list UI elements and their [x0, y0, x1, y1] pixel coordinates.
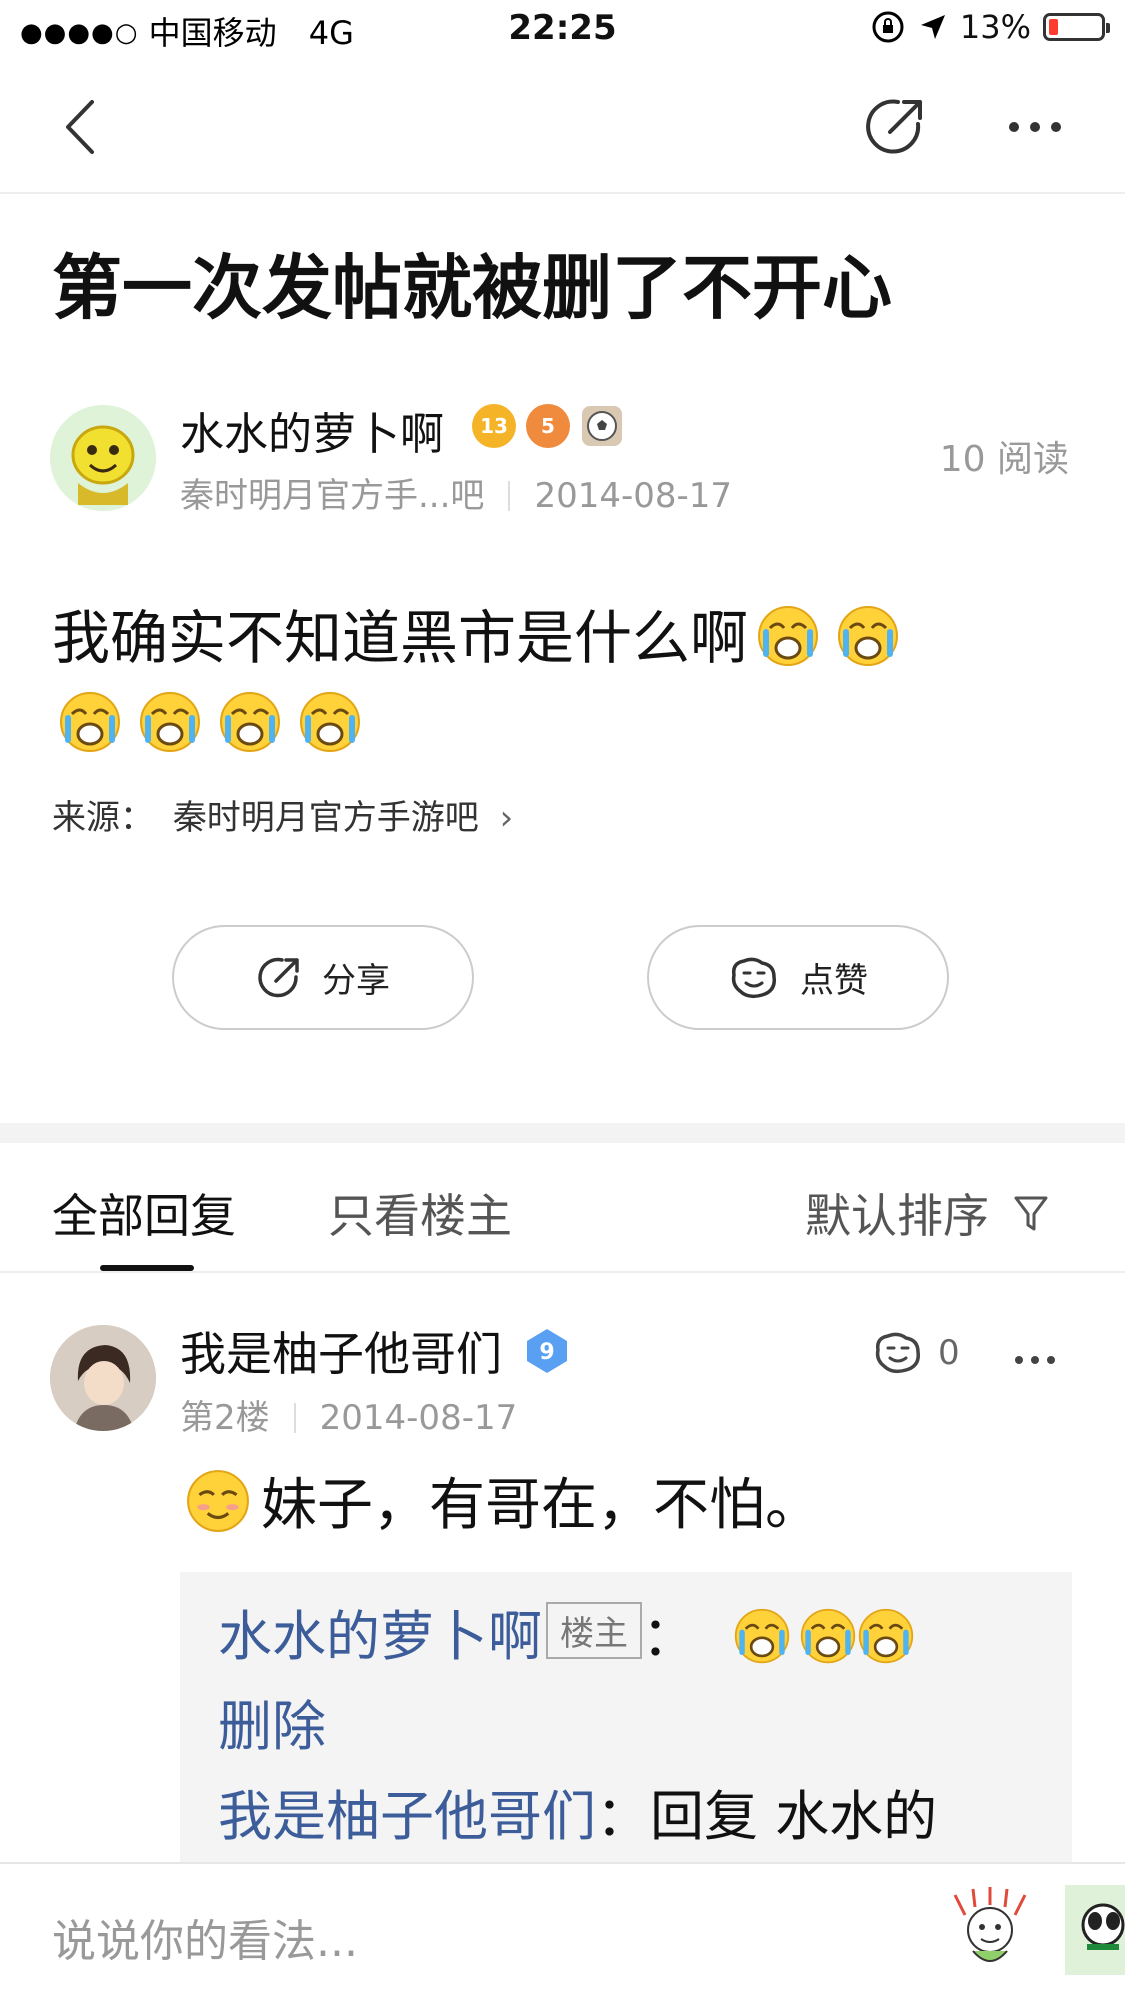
crying-emoji-icon: [758, 606, 819, 666]
source-label: 来源：: [52, 798, 154, 838]
crying-emoji-icon: [60, 692, 120, 752]
reply-text: 妹子，有哥在，不怕。: [261, 1473, 821, 1538]
game-badge: 5: [526, 404, 570, 448]
crying-emoji-icon: [800, 1608, 856, 1664]
sub-reply-1[interactable]: 水水的萝卜啊 楼主：: [218, 1592, 915, 1671]
more-icon[interactable]: [1000, 92, 1070, 162]
sticker-panel-icon[interactable]: [1065, 1885, 1125, 1975]
reply-like-button[interactable]: 0: [872, 1330, 960, 1376]
crying-emoji-icon: [858, 1608, 914, 1664]
read-count: 10 阅读: [939, 439, 1069, 480]
sub-reply-colon: ：: [596, 1785, 650, 1848]
back-icon[interactable]: [50, 92, 120, 162]
orientation-lock-icon: [872, 11, 904, 43]
level-badge: 13: [472, 404, 516, 448]
reply-content: 妹子，有哥在，不怕。: [185, 1460, 821, 1541]
share-button[interactable]: 分享: [172, 925, 474, 1030]
author-name[interactable]: 水水的萝卜啊: [180, 398, 444, 462]
post-date: 2014-08-17: [534, 476, 733, 516]
more-icon[interactable]: [1010, 1340, 1060, 1380]
delete-link[interactable]: 删除: [218, 1682, 326, 1761]
sub-reply-box: 水水的萝卜啊 楼主： 删除 我是柚子他哥们：回复 水水的: [180, 1572, 1072, 1862]
like-hand-icon: [731, 957, 776, 998]
smug-emoji-icon: [187, 1469, 249, 1532]
crying-emoji-icon: [140, 692, 200, 752]
battery-icon: [1043, 13, 1110, 41]
reply-like-count: 0: [938, 1333, 960, 1373]
post-body-text: 我确实不知道黑市是什么啊: [52, 604, 749, 672]
crying-emoji-icon: [300, 692, 360, 752]
sub-reply-author[interactable]: 我是柚子他哥们: [218, 1785, 596, 1848]
crying-emoji-icon: [734, 1608, 790, 1664]
divider: [508, 481, 511, 511]
author-avatar[interactable]: [50, 405, 156, 511]
divider: [293, 1403, 296, 1433]
battery-percent: 13%: [959, 8, 1031, 46]
reply-author-name[interactable]: 我是柚子他哥们: [180, 1318, 502, 1384]
sub-reply-author[interactable]: 水水的萝卜啊: [218, 1605, 542, 1668]
filter-icon: [1014, 1196, 1048, 1231]
reply-date: 2014-08-17: [319, 1398, 518, 1438]
reply-avatar[interactable]: [50, 1325, 156, 1431]
status-bar: ●●●●○ 中国移动 4G 22:25 13%: [0, 0, 1125, 62]
chevron-right-icon: ›: [499, 798, 514, 838]
sub-reply-text: 回复 水水的: [650, 1785, 938, 1848]
sticker-icon[interactable]: [945, 1885, 1035, 1975]
tab-all-replies[interactable]: 全部回复: [52, 1180, 236, 1246]
status-right: 13%: [870, 8, 1110, 46]
nav-bar: [0, 62, 1125, 194]
op-tag: 楼主: [546, 1602, 642, 1659]
share-icon[interactable]: [860, 92, 930, 162]
reply-meta: 第2楼 2014-08-17: [180, 1390, 517, 1439]
reply-level: 9: [539, 1340, 554, 1365]
source-forum[interactable]: 秦时明月官方手游吧: [173, 798, 479, 838]
author-badges: 13 5: [472, 404, 624, 448]
like-label: 点赞: [800, 961, 868, 1001]
reply-floor: 第2楼: [180, 1398, 270, 1438]
crying-emoji-icon: [838, 606, 899, 666]
forum-name[interactable]: 秦时明月官方手...吧: [180, 476, 484, 516]
sub-reply-2[interactable]: 我是柚子他哥们：回复 水水的: [218, 1772, 937, 1851]
source-link[interactable]: 来源： 秦时明月官方手游吧 ›: [52, 790, 513, 839]
post-body: 我确实不知道黑市是什么啊: [52, 595, 1072, 767]
tabs-divider: [0, 1271, 1125, 1273]
sort-dropdown[interactable]: 默认排序: [805, 1180, 1049, 1246]
tab-op-only[interactable]: 只看楼主: [328, 1180, 512, 1246]
level-badge-icon: 9: [527, 1329, 567, 1373]
post-meta: 秦时明月官方手...吧 2014-08-17: [180, 468, 732, 517]
football-badge-icon: [582, 406, 622, 446]
location-icon: [920, 15, 945, 39]
post-title: 第一次发帖就被删了不开心: [52, 247, 892, 329]
like-hand-icon: [875, 1332, 920, 1374]
crying-emoji-icon: [220, 692, 280, 752]
share-icon: [258, 957, 299, 997]
comment-input[interactable]: 说说你的看法...: [52, 1905, 358, 1969]
sort-label: 默认排序: [805, 1189, 989, 1243]
sub-reply-colon: ：: [642, 1605, 696, 1668]
share-label: 分享: [322, 961, 390, 1001]
section-divider: [0, 1123, 1125, 1143]
like-button[interactable]: 点赞: [647, 925, 949, 1030]
